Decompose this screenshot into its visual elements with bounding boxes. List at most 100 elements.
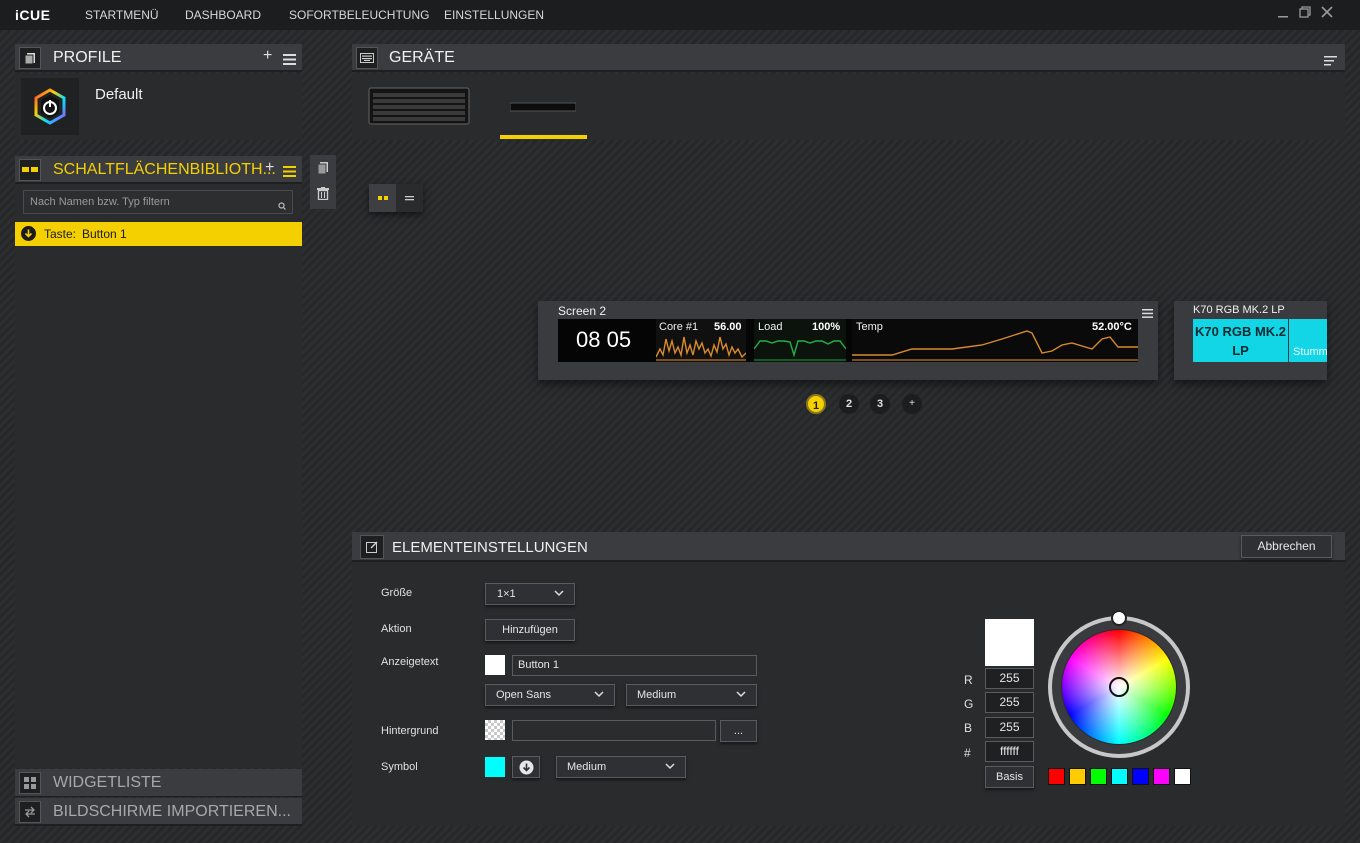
screen-lcd: 08 05 Core #1 56.00 Load 100% Temp 52.00… (558, 319, 1138, 362)
swatch-white[interactable] (1174, 768, 1191, 785)
size-select[interactable]: 1×1 (485, 583, 575, 605)
temp-value: 52.00°C (1092, 321, 1132, 333)
import-screens-title: BILDSCHIRME IMPORTIEREN... (53, 803, 291, 820)
swatch-row (1048, 768, 1191, 786)
screen-menu-icon[interactable] (1142, 305, 1153, 323)
page-1-button[interactable]: 1 (806, 394, 826, 414)
symbol-color-swatch[interactable] (485, 757, 505, 777)
device-selected-indicator (500, 135, 587, 139)
search-icon (278, 197, 286, 215)
copy-icon[interactable] (317, 162, 329, 180)
minimize-icon[interactable] (1275, 6, 1291, 22)
core-widget[interactable]: Core #1 56.00 (656, 319, 746, 362)
close-icon[interactable] (1319, 6, 1335, 22)
color-wheel-cursor[interactable] (1109, 677, 1129, 697)
load-widget[interactable]: Load 100% (754, 319, 846, 362)
second-device-card[interactable]: K70 RGB MK.2 LP K70 RGB MK.2 LP Stumm (1174, 301, 1327, 380)
second-device-tile-sub: Stumm (1293, 346, 1327, 358)
add-page-button[interactable]: + (902, 394, 922, 414)
background-label: Hintergrund (381, 725, 439, 737)
basis-button[interactable]: Basis (985, 766, 1034, 788)
chevron-down-icon (594, 691, 604, 698)
list-view-icon[interactable] (396, 184, 423, 212)
font-weight-value: Medium (637, 689, 677, 701)
edit-icon (360, 535, 384, 559)
chevron-down-icon (736, 691, 746, 698)
background-color-swatch[interactable] (485, 720, 505, 740)
add-library-item-icon[interactable]: + (265, 159, 274, 177)
devices-menu-icon[interactable] (1324, 53, 1337, 71)
brightness-handle[interactable] (1111, 610, 1127, 626)
swatch-cyan[interactable] (1111, 768, 1128, 785)
red-input[interactable]: 255 (985, 668, 1034, 689)
library-item-button-1[interactable]: Taste: Button 1 (15, 222, 302, 246)
nav-startmenu[interactable]: STARTMENÜ (85, 8, 159, 22)
profiles-header: PROFILE + (15, 44, 302, 72)
core-value: 56.00 (714, 321, 742, 333)
cancel-button[interactable]: Abbrechen (1241, 535, 1332, 558)
action-label: Aktion (381, 623, 412, 635)
green-input[interactable]: 255 (985, 692, 1034, 713)
font-value: Open Sans (496, 689, 552, 701)
element-settings-title: ELEMENTEINSTELLUNGEN (392, 539, 588, 556)
blue-input[interactable]: 255 (985, 717, 1034, 738)
core-label: Core #1 (659, 321, 699, 333)
second-device-name: K70 RGB MK.2 LP (1193, 304, 1285, 316)
swatch-red[interactable] (1048, 768, 1065, 785)
background-image-input[interactable] (512, 720, 716, 741)
restore-icon[interactable] (1297, 6, 1313, 22)
nav-instant-lighting[interactable]: SOFORTBELEUCHTUNG (289, 8, 429, 22)
grid-view-icon[interactable] (369, 184, 396, 212)
device-lcd-panel[interactable] (509, 100, 577, 112)
library-icon (19, 159, 41, 181)
profile-row[interactable]: Default (15, 74, 302, 140)
devices-header: GERÄTE (352, 44, 1345, 72)
g-label: G (964, 697, 974, 711)
add-action-button[interactable]: Hinzufügen (485, 619, 575, 641)
second-device-tile-2[interactable]: Stumm (1289, 319, 1327, 362)
size-label: Größe (381, 587, 413, 599)
library-menu-icon[interactable] (283, 164, 296, 182)
swatch-yellow[interactable] (1069, 768, 1086, 785)
font-weight-select[interactable]: Medium (626, 684, 757, 706)
element-settings-header: ELEMENTEINSTELLUNGEN Abbrechen (352, 532, 1345, 562)
app-logo: iCUE (15, 7, 51, 23)
symbol-size-select[interactable]: Medium (556, 756, 686, 778)
library-filter-input[interactable]: Nach Namen bzw. Typ filtern (23, 190, 293, 214)
library-header: SCHALTFLÄCHENBIBLIOTH... + (15, 156, 302, 184)
temp-widget[interactable]: Temp 52.00°C (852, 319, 1138, 362)
widget-list-title: WIDGETLISTE (53, 774, 162, 791)
profiles-menu-icon[interactable] (283, 52, 296, 70)
screen-name: Screen 2 (558, 304, 607, 318)
import-screens-header[interactable]: BILDSCHIRME IMPORTIEREN... (15, 798, 302, 826)
symbol-label: Symbol (381, 761, 418, 773)
swatch-blue[interactable] (1132, 768, 1149, 785)
page-3-button[interactable]: 3 (870, 394, 890, 414)
widget-list-header[interactable]: WIDGETLISTE (15, 769, 302, 797)
swatch-green[interactable] (1090, 768, 1107, 785)
screen-card[interactable]: Screen 2 08 05 Core #1 56.00 Load 100% T… (538, 301, 1158, 380)
color-preview (985, 619, 1034, 666)
font-select[interactable]: Open Sans (485, 684, 615, 706)
trash-icon[interactable] (317, 187, 329, 205)
page-2-button[interactable]: 2 (839, 394, 859, 414)
nav-dashboard[interactable]: DASHBOARD (185, 8, 261, 22)
chevron-down-icon (665, 763, 675, 770)
chevron-down-icon (554, 590, 564, 597)
add-profile-icon[interactable]: + (263, 47, 272, 65)
browse-button[interactable]: ... (720, 720, 757, 742)
symbol-picker-button[interactable] (512, 756, 540, 778)
second-device-tile[interactable]: K70 RGB MK.2 LP (1193, 319, 1288, 362)
nav-settings[interactable]: EINSTELLUNGEN (444, 8, 544, 22)
text-color-swatch[interactable] (485, 655, 505, 675)
library-item-name: Button 1 (82, 227, 127, 241)
devices-title: GERÄTE (389, 49, 455, 66)
temp-label: Temp (856, 321, 883, 333)
clock-widget[interactable]: 08 05 (576, 327, 631, 353)
display-text-input[interactable]: Button 1 (512, 655, 757, 676)
profile-thumbnail (21, 78, 79, 135)
device-keyboard[interactable] (368, 84, 470, 128)
hex-input[interactable]: ffffff (985, 741, 1034, 762)
device-strip (352, 74, 1345, 140)
swatch-magenta[interactable] (1153, 768, 1170, 785)
